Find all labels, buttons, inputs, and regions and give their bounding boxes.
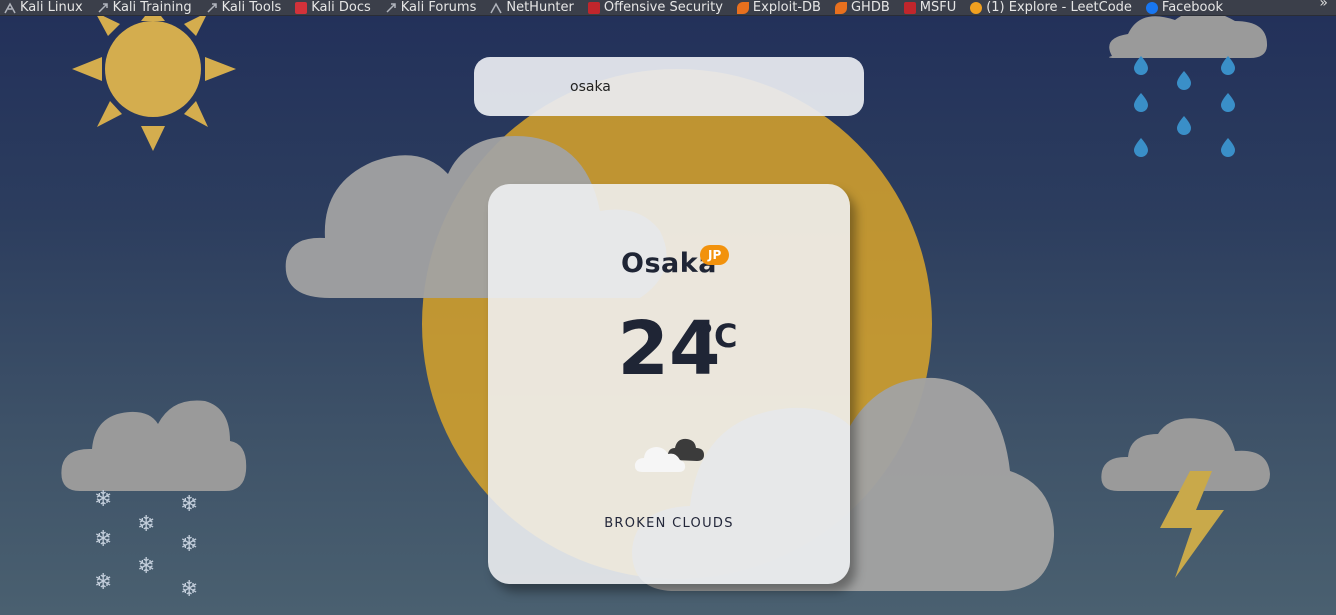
bookmark-label: (1) Explore - LeetCode <box>986 1 1132 14</box>
bookmark-kali-tools[interactable]: Kali Tools <box>206 0 282 15</box>
country-badge: JP <box>700 245 729 265</box>
city-row: Osaka JP <box>488 248 850 279</box>
msfu-icon <box>904 2 916 14</box>
broken-clouds-icon <box>634 430 706 480</box>
snow-cloud-icon: ❄ ❄ ❄ ❄ ❄ ❄ ❄ ❄ <box>61 400 246 602</box>
weather-description: BROKEN CLOUDS <box>488 516 850 531</box>
sun-icon <box>72 16 236 151</box>
bookmark-kali-forums[interactable]: Kali Forums <box>385 0 477 15</box>
rain-cloud-icon <box>1109 16 1267 157</box>
bookmark-kali-linux[interactable]: Kali Linux <box>4 0 83 15</box>
bookmark-label: Facebook <box>1162 1 1223 14</box>
bookmark-label: MSFU <box>920 1 956 14</box>
offsec-icon <box>588 2 600 14</box>
temperature-unit: °C <box>698 317 737 355</box>
facebook-icon <box>1146 2 1158 14</box>
bookmark-exploit-db[interactable]: Exploit-DB <box>737 0 821 15</box>
bookmark-label: Kali Training <box>113 1 192 14</box>
bookmark-label: Kali Linux <box>20 1 83 14</box>
search-input[interactable] <box>474 57 864 116</box>
bookmark-leetcode[interactable]: (1) Explore - LeetCode <box>970 0 1132 15</box>
bookmark-label: Exploit-DB <box>753 1 821 14</box>
chevron-double-right-icon[interactable]: » <box>1319 0 1328 11</box>
svg-text:❄: ❄ <box>180 577 198 602</box>
bookmark-msfu[interactable]: MSFU <box>904 0 956 15</box>
bookmark-nethunter[interactable]: NetHunter <box>490 0 574 15</box>
svg-text:❄: ❄ <box>137 554 155 579</box>
svg-text:❄: ❄ <box>94 570 112 595</box>
svg-text:❄: ❄ <box>94 487 112 512</box>
bookmark-kali-training[interactable]: Kali Training <box>97 0 192 15</box>
kali-docs-icon <box>295 2 307 14</box>
bookmark-facebook[interactable]: Facebook <box>1146 0 1223 15</box>
bookmarks-bar: Kali Linux Kali Training Kali Tools Kali… <box>0 0 1336 16</box>
leetcode-icon <box>970 2 982 14</box>
ghdb-icon <box>835 2 847 14</box>
bookmark-kali-docs[interactable]: Kali Docs <box>295 0 371 15</box>
bookmark-ghdb[interactable]: GHDB <box>835 0 890 15</box>
bookmark-label: Kali Docs <box>311 1 371 14</box>
bookmark-label: GHDB <box>851 1 890 14</box>
svg-text:❄: ❄ <box>137 512 155 537</box>
kali-dragon-icon <box>4 2 16 14</box>
nethunter-icon <box>490 2 502 14</box>
bookmark-label: Kali Tools <box>222 1 282 14</box>
bookmark-label: NetHunter <box>506 1 574 14</box>
svg-text:❄: ❄ <box>180 532 198 557</box>
temperature-row: 24 °C <box>488 309 850 389</box>
weather-card: Osaka JP 24 °C BROKEN CLOUDS <box>488 184 850 584</box>
kali-dragon-icon <box>206 2 218 14</box>
storm-cloud-icon <box>1101 418 1270 578</box>
kali-dragon-icon <box>385 2 397 14</box>
svg-text:❄: ❄ <box>180 492 198 517</box>
bookmark-label: Kali Forums <box>401 1 477 14</box>
svg-text:❄: ❄ <box>94 527 112 552</box>
bookmark-offensive-security[interactable]: Offensive Security <box>588 0 723 15</box>
kali-dragon-icon <box>97 2 109 14</box>
bookmark-label: Offensive Security <box>604 1 723 14</box>
exploit-db-icon <box>737 2 749 14</box>
